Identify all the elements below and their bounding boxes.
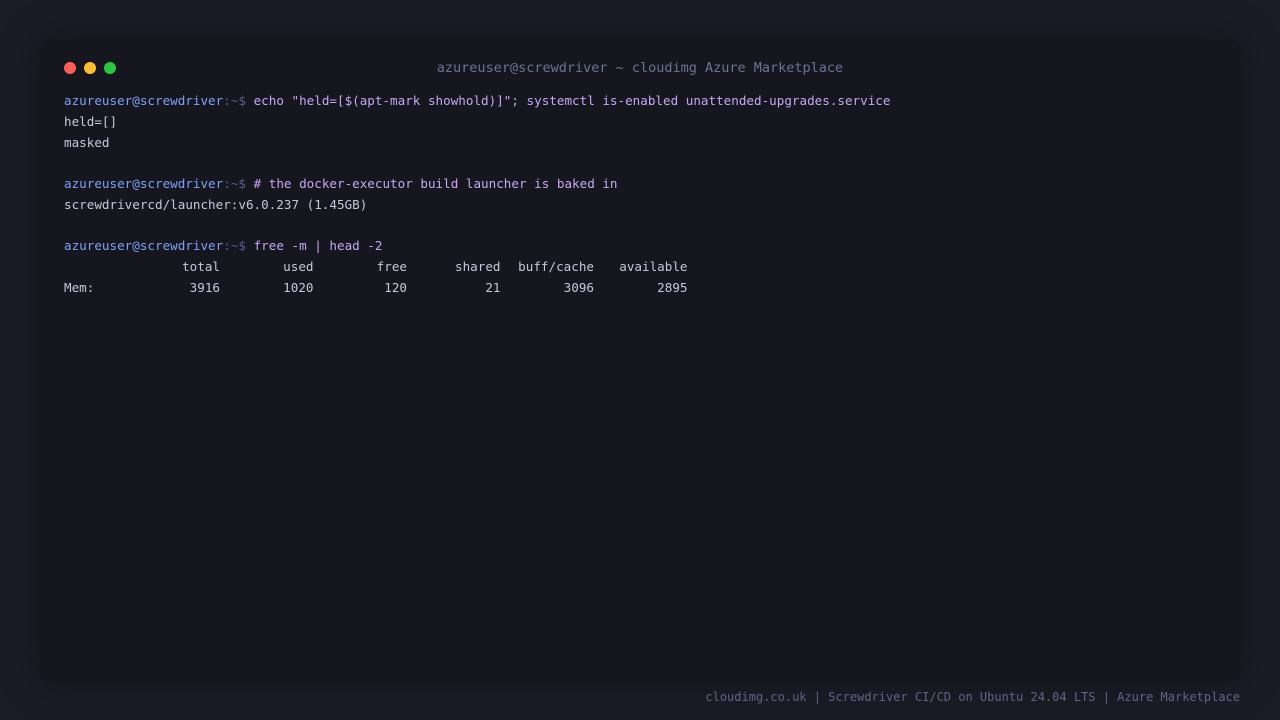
output-line: held=[]: [64, 113, 118, 129]
table-cell: 1020: [283, 279, 314, 295]
table-cell: 3096: [563, 279, 594, 295]
output-line: screwdrivercd/launcher:v6.0.237 (1.45GB): [64, 196, 368, 212]
memory-table-row: Mem: 3916 1020 120 21 3096 2895: [64, 278, 1216, 299]
prompt-line: azureuser@screwdriver:~$ # the docker-ex…: [64, 174, 1216, 195]
output-line: masked: [64, 134, 110, 150]
table-header-cell: total: [182, 258, 220, 274]
window-title: azureuser@screwdriver ~ cloudimg Azure M…: [436, 60, 844, 76]
table-header-cell: buff/cache: [518, 258, 594, 274]
table-cell: 120: [384, 279, 407, 295]
prompt-path: :~$: [223, 93, 246, 108]
table-header-cell: [64, 257, 142, 278]
table-header-cell: free: [376, 258, 407, 274]
table-cell: 21: [485, 279, 501, 295]
terminal-output[interactable]: azureuser@screwdriver:~$ echo "held=[$(a…: [64, 91, 1216, 299]
title-bar: azureuser@screwdriver ~ cloudimg Azure M…: [40, 40, 1240, 96]
terminal-window: azureuser@screwdriver ~ cloudimg Azure M…: [40, 40, 1240, 682]
command-text: free -m | head -2: [253, 238, 383, 254]
prompt-line: azureuser@screwdriver:~$ echo "held=[$(a…: [64, 91, 1216, 112]
prompt-path: :~$: [223, 238, 246, 254]
table-header-cell: available: [619, 258, 688, 274]
prompt-path: :~$: [223, 175, 246, 191]
table-header-cell: used: [283, 258, 314, 274]
memory-table-header: total used free shared buff/cache availa…: [64, 257, 1216, 278]
prompt-user: azureuser@screwdriver: [64, 238, 224, 254]
prompt-line: azureuser@screwdriver:~$ free -m | head …: [64, 236, 1216, 257]
command-text: # the docker-executor build launcher is …: [253, 175, 618, 191]
table-cell: 3916: [189, 279, 220, 295]
table-header-cell: shared: [455, 258, 501, 274]
command-text: echo "held=[$(apt-mark showhold)]"; syst…: [253, 93, 891, 108]
prompt-user: azureuser@screwdriver: [64, 175, 224, 191]
table-cell: 2895: [657, 279, 688, 295]
footer-caption: cloudimg.co.uk | Screwdriver CI/CD on Ub…: [705, 690, 1240, 704]
table-row-label: Mem:: [64, 279, 95, 295]
prompt-user: azureuser@screwdriver: [64, 93, 224, 108]
